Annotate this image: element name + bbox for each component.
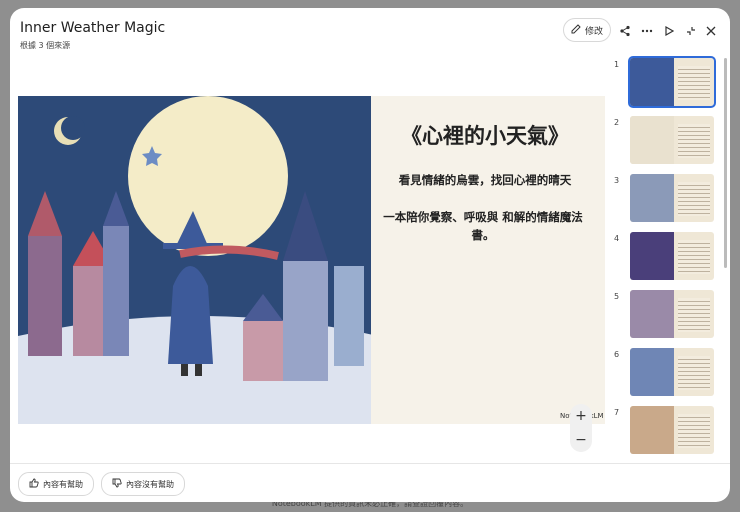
thumbnail-item[interactable]: 7: [614, 406, 718, 456]
thumbs-down-icon: [112, 478, 122, 490]
thumbnail-item[interactable]: 2: [614, 116, 718, 166]
share-icon[interactable]: [616, 22, 634, 40]
edit-button[interactable]: 修改: [563, 18, 611, 42]
more-options-icon[interactable]: [638, 22, 656, 40]
helpful-label: 內容有幫助: [43, 479, 83, 489]
thumbnail-item[interactable]: 3: [614, 174, 718, 224]
thumbnail-number: 1: [614, 60, 620, 69]
thumbnail-number: 7: [614, 408, 620, 417]
zoom-out-button[interactable]: −: [575, 432, 587, 448]
sources-count: 根據 3 個來源: [20, 41, 71, 50]
slide-title: 《心裡的小天氣》: [401, 124, 569, 148]
slide-illustration: [18, 96, 378, 424]
page-title: Inner Weather Magic: [20, 20, 166, 36]
thumbnail-number: 6: [614, 350, 620, 359]
not-helpful-button[interactable]: 內容沒有幫助: [101, 472, 185, 496]
thumbs-up-icon: [29, 478, 39, 490]
thumbnail-number: 4: [614, 234, 620, 243]
thumbnail-item[interactable]: 6: [614, 348, 718, 398]
slide-description: 一本陪你覺察、呼吸與 和解的情緒魔法書。: [383, 210, 583, 242]
not-helpful-label: 內容沒有幫助: [126, 479, 174, 489]
zoom-control: + −: [570, 404, 592, 452]
thumbnail-image: [630, 232, 714, 280]
thumbnail-image: [630, 406, 714, 454]
thumbnail-image: [630, 174, 714, 222]
slide-viewer-dialog: Inner Weather Magic 根據 3 個來源 修改 《心裡的小天氣》…: [10, 8, 730, 502]
thumbnail-image: [628, 56, 716, 108]
thumbnail-number: 3: [614, 176, 620, 185]
close-icon[interactable]: [702, 22, 720, 40]
thumbnail-number: 5: [614, 292, 620, 301]
thumbnail-number: 2: [614, 118, 620, 127]
thumbnail-image: [630, 290, 714, 338]
footer-divider: [10, 463, 730, 464]
thumbnail-image: [630, 116, 714, 164]
collapse-icon[interactable]: [682, 22, 700, 40]
thumbnail-item[interactable]: 1: [614, 56, 718, 108]
slide-subtitle: 看見情緒的烏雲，找回心裡的晴天: [398, 173, 572, 187]
pencil-icon: [571, 23, 581, 37]
zoom-in-button[interactable]: +: [575, 408, 587, 424]
thumbnail-image: [630, 348, 714, 396]
thumbnail-scrollbar[interactable]: [724, 58, 727, 268]
thumbnail-item[interactable]: 5: [614, 290, 718, 340]
edit-button-label: 修改: [584, 26, 603, 37]
slide-thumbnail-list: 1 2 3 4 5 6 7: [614, 54, 718, 464]
helpful-button[interactable]: 內容有幫助: [18, 472, 94, 496]
play-icon[interactable]: [660, 22, 678, 40]
thumbnail-item[interactable]: 4: [614, 232, 718, 282]
